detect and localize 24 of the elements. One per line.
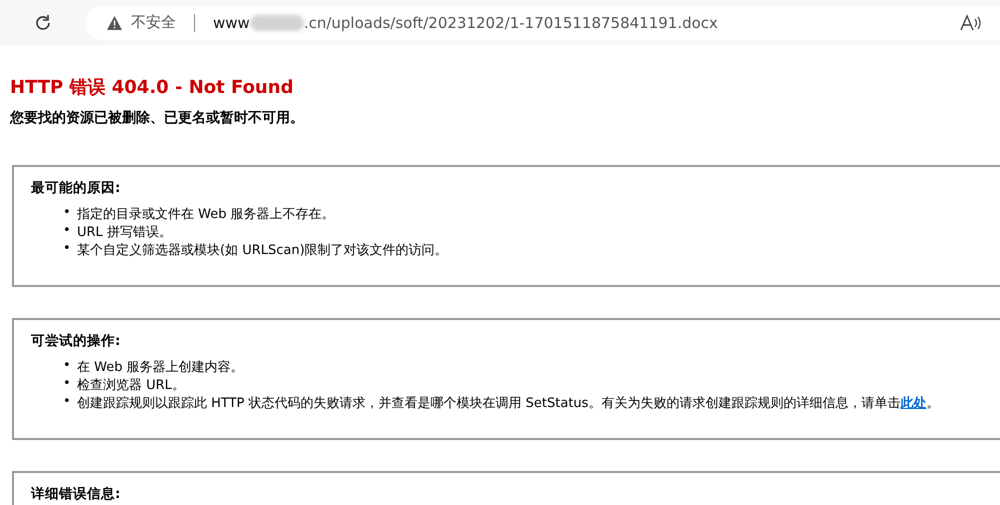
link[interactable]: 此处 <box>900 396 926 411</box>
read-aloud-icon[interactable] <box>960 14 982 32</box>
error-message: 您要找的资源已被删除、已更名或暂时不可用。 <box>10 109 304 127</box>
list-item: 指定的目录或文件在 Web 服务器上不存在。 <box>77 206 335 223</box>
url-text: www .cn/uploads/soft/20231202/1-1701511875841191.docx <box>213 14 718 32</box>
list-item: 创建跟踪规则以跟踪此 HTTP 状态代码的失败请求，并查看是哪个模块在调用 SetStatus。有关为失败的请求创建跟踪规则的详细信息，请单击此处。 <box>77 395 940 412</box>
warning-icon[interactable] <box>106 14 123 30</box>
address-bar[interactable]: 不安全 www .cn/uploads/soft/20231202/1-1701511875841191.docx <box>86 6 1000 40</box>
section-heading: 可尝试的操作: <box>31 332 120 350</box>
list-item: 在 Web 服务器上创建内容。 <box>77 359 244 376</box>
section-heading: 详细错误信息: <box>31 485 120 503</box>
list-item: 检查浏览器 URL。 <box>77 377 185 394</box>
list-item: 某个自定义筛选器或模块(如 URLScan)限制了对该文件的访问。 <box>77 242 448 259</box>
bullet: • <box>63 394 72 411</box>
list-item: URL 拼写错误。 <box>77 224 172 241</box>
security-label: 不安全 <box>131 13 176 32</box>
bullet: • <box>63 223 72 240</box>
section-heading: 最可能的原因: <box>31 179 120 197</box>
bullet: • <box>63 358 72 375</box>
error-title: HTTP 错误 404.0 - Not Found <box>10 76 294 99</box>
bullet: • <box>63 241 72 258</box>
bullet: • <box>63 205 72 222</box>
bullet: • <box>63 376 72 393</box>
reload-icon[interactable] <box>33 12 53 32</box>
